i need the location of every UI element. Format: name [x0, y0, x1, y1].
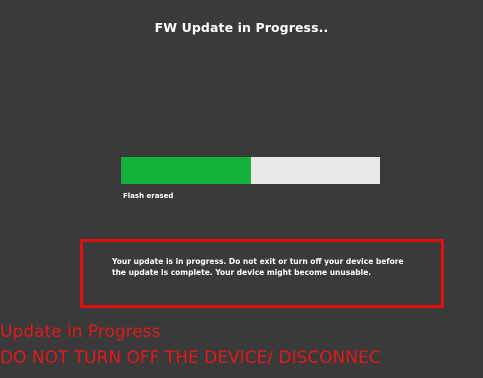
progress-status-text: Flash erased: [123, 192, 174, 200]
firmware-update-screen: FW Update in Progress.. Flash erased You…: [0, 0, 483, 378]
warning-message: Your update is in progress. Do not exit …: [112, 257, 404, 277]
dialog-title: FW Update in Progress..: [154, 20, 329, 35]
annotation-line-2: DO NOT TURN OFF THE DEVICE/ DISCONNEC: [0, 348, 381, 368]
progress-bar-fill: [121, 157, 251, 184]
annotation-line-1: Update in Progress: [0, 322, 161, 342]
progress-bar: [121, 157, 380, 184]
